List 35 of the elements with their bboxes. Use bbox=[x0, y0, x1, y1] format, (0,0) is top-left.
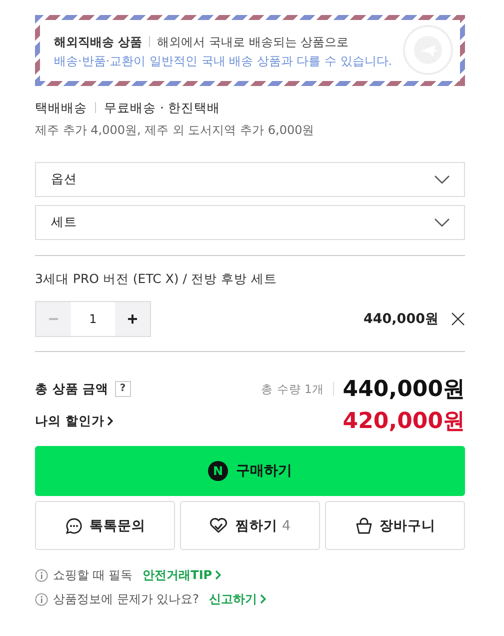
total-price: 440,000원 bbox=[342, 376, 465, 404]
n-logo-icon: N bbox=[208, 461, 228, 481]
shipping-fee: 무료배송 bbox=[104, 100, 156, 115]
buy-button[interactable]: N 구매하기 bbox=[35, 446, 465, 496]
shopping-bag-icon bbox=[354, 516, 372, 534]
tip-text: 쇼핑할 때 필독 bbox=[53, 566, 133, 584]
info-icon bbox=[35, 592, 48, 606]
info-icon bbox=[35, 568, 48, 582]
chevron-right-icon bbox=[260, 594, 266, 604]
total-quantity: 총 수량 1개 bbox=[261, 382, 324, 396]
shipping-carrier: · 한진택배 bbox=[160, 100, 220, 115]
shipping-method: 택배배송 bbox=[35, 100, 87, 115]
chevron-right-icon bbox=[215, 570, 222, 580]
shipping-extra-fee: 제주 추가 4,000원, 제주 외 도서지역 추가 6,000원 bbox=[35, 122, 316, 139]
total-label: 총 상품 금액 bbox=[35, 380, 109, 398]
item-price: 440,000원 bbox=[364, 310, 439, 328]
help-button[interactable]: ? bbox=[114, 381, 131, 397]
notice-text: 배송·반품·교환이 일반적인 국내 배송 상품과 다를 수 있습니다. bbox=[54, 53, 394, 70]
cart-button[interactable]: 장바구니 bbox=[325, 501, 465, 550]
discount-link[interactable]: 나의 할인가 bbox=[35, 412, 114, 430]
chevron-down-icon bbox=[434, 175, 450, 184]
chevron-down-icon bbox=[434, 218, 450, 227]
discount-price: 420,000원 bbox=[342, 408, 465, 436]
heart-icon bbox=[209, 517, 228, 534]
selected-option-name: 3세대 PRO 버전 (ETC X) / 전방 후방 세트 bbox=[35, 271, 278, 288]
notice-text: 해외에서 국내로 배송되는 상품으로 bbox=[157, 35, 349, 49]
wishlist-button[interactable]: 찜하기 4 bbox=[180, 501, 320, 550]
option-dropdown[interactable]: 세트 bbox=[35, 205, 465, 240]
chat-bubble-icon bbox=[64, 516, 82, 534]
chevron-right-icon bbox=[107, 416, 114, 426]
close-icon[interactable] bbox=[451, 312, 465, 326]
notice-title: 해외직배송 상품 bbox=[54, 35, 142, 49]
inquiry-button[interactable]: 톡톡문의 bbox=[35, 501, 175, 550]
tip-text: 상품정보에 문제가 있나요? bbox=[53, 590, 199, 608]
option-dropdown[interactable]: 옵션 bbox=[35, 162, 465, 197]
